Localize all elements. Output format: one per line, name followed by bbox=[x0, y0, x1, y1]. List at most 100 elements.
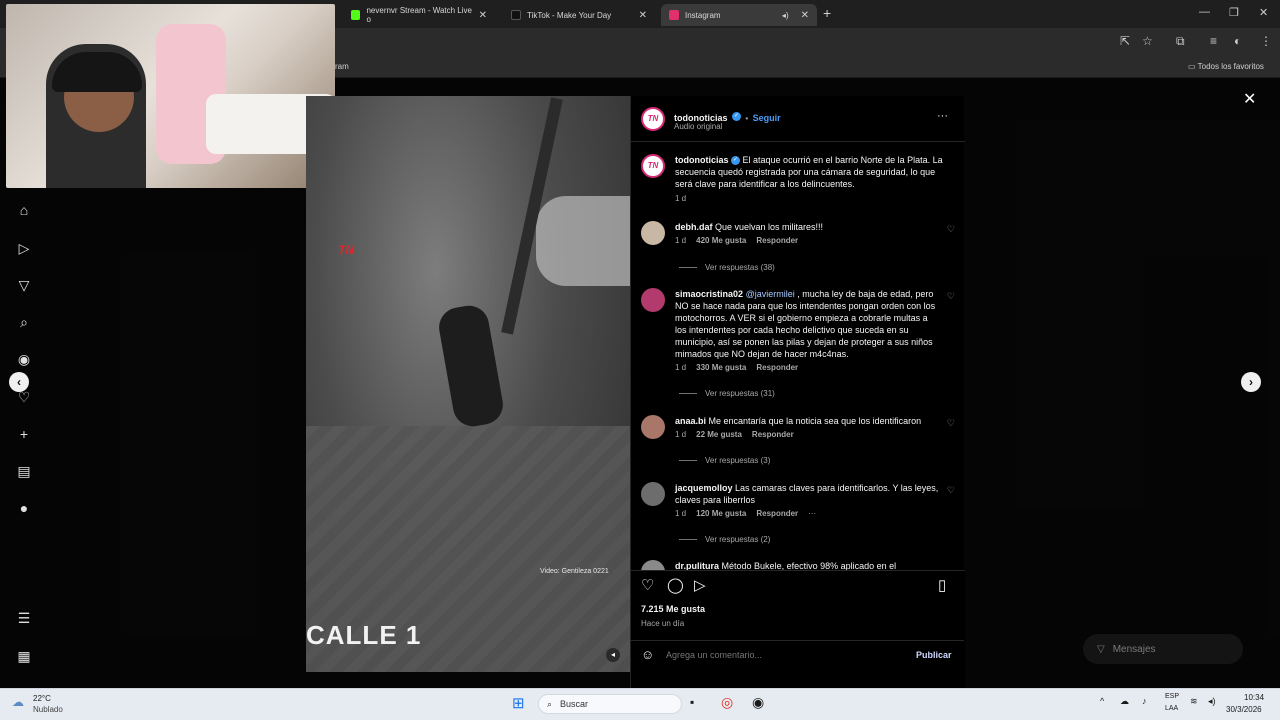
avatar[interactable] bbox=[641, 415, 665, 439]
speaker-icon[interactable]: ◂) bbox=[782, 11, 789, 20]
extensions-icon[interactable]: ⧉ bbox=[1176, 34, 1185, 49]
follow-button[interactable]: Seguir bbox=[753, 113, 781, 123]
home-icon[interactable]: ⌂ bbox=[14, 202, 34, 218]
bookmark-icon[interactable]: ▯ bbox=[938, 576, 946, 594]
taskbar-search[interactable]: ⌕ Buscar bbox=[538, 694, 682, 714]
dashboard-icon[interactable]: ▤ bbox=[14, 463, 34, 480]
username[interactable]: anaa.bi bbox=[675, 416, 706, 426]
menu-icon[interactable]: ⋮ bbox=[1260, 34, 1272, 48]
post-time: Hace un día bbox=[641, 619, 685, 628]
reels-icon[interactable]: ▷ bbox=[14, 240, 34, 257]
reply-button[interactable]: Responder bbox=[756, 508, 798, 520]
close-icon[interactable]: ✕ bbox=[639, 10, 647, 21]
wifi-icon[interactable]: ≋ bbox=[1190, 696, 1198, 707]
comment-likes[interactable]: 330 Me gusta bbox=[696, 362, 746, 374]
volume-icon[interactable]: ◂) bbox=[1208, 696, 1216, 707]
username[interactable]: todonoticias bbox=[675, 155, 729, 165]
username[interactable]: debh.daf bbox=[675, 222, 713, 232]
mute-icon[interactable]: ◂ bbox=[606, 648, 620, 662]
like-icon[interactable]: ♡ bbox=[641, 576, 654, 594]
like-comment-icon[interactable]: ♡ bbox=[947, 418, 955, 429]
weather-temp[interactable]: 22°C bbox=[33, 694, 51, 703]
windows-start-icon[interactable]: ⊞ bbox=[512, 694, 525, 712]
comment-likes[interactable]: 22 Me gusta bbox=[696, 429, 742, 441]
comment-body: simaocristina02 @javiermilei , mucha ley… bbox=[675, 288, 940, 374]
mic-icon[interactable]: ♪ bbox=[1142, 696, 1147, 706]
avatar[interactable]: ● bbox=[14, 500, 34, 516]
publish-button[interactable]: Publicar bbox=[916, 650, 952, 660]
comment-body: debh.daf Que vuelvan los militares!!! 1 … bbox=[675, 221, 935, 247]
username[interactable]: dr.pulitura bbox=[675, 561, 719, 570]
messages-button[interactable]: ▽ Mensajes bbox=[1083, 634, 1243, 664]
audio-link[interactable]: Audio original bbox=[674, 122, 722, 131]
explore-icon[interactable]: ◉ bbox=[14, 351, 34, 368]
create-icon[interactable]: + bbox=[14, 426, 34, 442]
like-comment-icon[interactable]: ♡ bbox=[947, 291, 955, 302]
reply-button[interactable]: Responder bbox=[756, 362, 798, 374]
tray-chevron-icon[interactable]: ^ bbox=[1100, 696, 1104, 706]
comment-meta: 1 d 22 Me gusta Responder bbox=[675, 429, 940, 441]
search-label: Buscar bbox=[560, 699, 589, 709]
close-icon[interactable]: ✕ bbox=[479, 10, 487, 21]
like-comment-icon[interactable]: ♡ bbox=[947, 485, 955, 496]
comment-meta: 1 d 330 Me gusta Responder bbox=[675, 362, 940, 374]
minimize-icon[interactable]: — bbox=[1199, 6, 1210, 18]
username[interactable]: simaocristina02 bbox=[675, 289, 743, 299]
username[interactable]: jacquemolloy bbox=[675, 483, 733, 493]
tab-kick[interactable]: nevernvr Stream - Watch Live o ✕ bbox=[343, 4, 495, 26]
apps-icon[interactable]: ▦ bbox=[14, 648, 34, 665]
more-menu-icon[interactable]: ☰ bbox=[14, 610, 34, 627]
prev-post-icon[interactable]: ‹ bbox=[9, 372, 29, 392]
install-icon[interactable]: ⇱ bbox=[1120, 34, 1130, 48]
comment-likes[interactable]: 420 Me gusta bbox=[696, 235, 746, 247]
comment-input[interactable] bbox=[666, 648, 896, 662]
avatar[interactable] bbox=[641, 482, 665, 506]
restore-icon[interactable]: ❐ bbox=[1229, 6, 1239, 19]
comment-icon[interactable]: ◯ bbox=[667, 576, 684, 594]
close-window-icon[interactable]: ✕ bbox=[1259, 6, 1268, 19]
close-icon[interactable]: ✕ bbox=[1243, 89, 1256, 109]
video-banner: CALLE 1 bbox=[306, 620, 422, 650]
share-icon[interactable]: ▷ bbox=[694, 576, 706, 594]
reply-button[interactable]: Responder bbox=[752, 429, 794, 441]
send-icon[interactable]: ▽ bbox=[14, 277, 34, 294]
star-icon[interactable]: ☆ bbox=[1142, 34, 1153, 48]
reply-button[interactable]: Responder bbox=[756, 235, 798, 247]
view-replies[interactable]: Ver respuestas (38) bbox=[679, 263, 775, 272]
likes-count[interactable]: 7.215 Me gusta bbox=[641, 604, 705, 614]
comment-time: 1 d bbox=[675, 430, 687, 439]
all-bookmarks[interactable]: ▭ Todos los favoritos bbox=[1188, 62, 1264, 71]
close-icon[interactable]: ✕ bbox=[801, 10, 809, 21]
search-icon[interactable]: ⌕ bbox=[14, 314, 34, 331]
weather-desc: Nublado bbox=[33, 705, 63, 714]
post-video[interactable] bbox=[306, 96, 630, 672]
view-replies[interactable]: Ver respuestas (3) bbox=[679, 456, 770, 465]
new-tab-button[interactable]: + bbox=[823, 5, 831, 21]
media-icon[interactable]: ≡ bbox=[1210, 34, 1217, 48]
chrome-icon[interactable]: ◎ bbox=[721, 694, 733, 711]
lang-code[interactable]: ESP bbox=[1165, 693, 1179, 700]
tiktok-icon bbox=[511, 10, 521, 20]
app-icon[interactable]: ◉ bbox=[752, 694, 764, 711]
comment-more-icon[interactable]: ··· bbox=[808, 508, 816, 520]
task-view-icon[interactable]: ▪ bbox=[690, 695, 694, 709]
next-post-icon[interactable]: › bbox=[1241, 372, 1261, 392]
like-comment-icon[interactable]: ♡ bbox=[947, 224, 955, 235]
avatar[interactable] bbox=[641, 560, 665, 570]
view-replies[interactable]: Ver respuestas (31) bbox=[679, 389, 775, 398]
onedrive-icon[interactable]: ☁ bbox=[1120, 696, 1129, 707]
profile-icon[interactable]: ◐ bbox=[1234, 34, 1241, 48]
avatar[interactable]: TN bbox=[641, 154, 665, 178]
mention-link[interactable]: @javiermilei bbox=[746, 289, 795, 299]
comment-likes[interactable]: 120 Me gusta bbox=[696, 508, 746, 520]
tab-instagram[interactable]: Instagram ◂) ✕ bbox=[661, 4, 817, 26]
avatar[interactable]: TN bbox=[641, 107, 665, 131]
bookmark-item[interactable]: ram bbox=[335, 62, 349, 71]
clock-time[interactable]: 10:34 bbox=[1244, 693, 1264, 702]
emoji-icon[interactable]: ☺ bbox=[641, 647, 654, 662]
tab-tiktok[interactable]: TikTok - Make Your Day ✕ bbox=[503, 4, 655, 26]
avatar[interactable] bbox=[641, 221, 665, 245]
avatar[interactable] bbox=[641, 288, 665, 312]
view-replies[interactable]: Ver respuestas (2) bbox=[679, 535, 770, 544]
more-options-icon[interactable]: ··· bbox=[937, 110, 948, 122]
